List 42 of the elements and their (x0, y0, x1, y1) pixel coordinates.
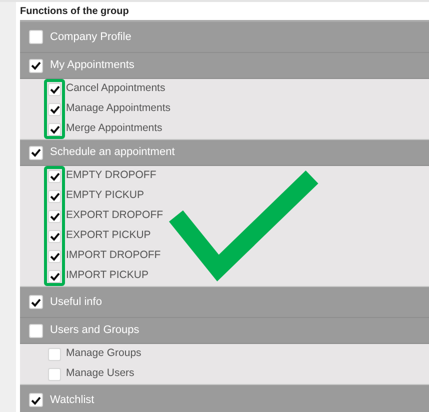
checkbox[interactable] (48, 102, 61, 116)
checkbox[interactable] (29, 146, 43, 160)
check-icon (50, 104, 60, 114)
function-item[interactable]: IMPORT PICKUP (20, 266, 148, 286)
function-item[interactable]: EXPORT PICKUP (20, 226, 151, 246)
check-icon (31, 148, 41, 157)
function-item[interactable]: EXPORT DROPOFF (20, 206, 164, 226)
checkbox[interactable] (48, 170, 61, 182)
checkbox[interactable] (48, 230, 61, 242)
check-icon (50, 212, 60, 220)
function-item[interactable]: Manage Users (20, 364, 134, 384)
checkbox[interactable] (29, 30, 43, 44)
check-icon (50, 272, 60, 280)
check-icon (31, 61, 41, 70)
section-title: Functions of the group (20, 5, 130, 19)
check-icon (50, 124, 60, 134)
checkbox[interactable] (48, 270, 61, 282)
checkbox[interactable] (29, 295, 43, 309)
checkbox[interactable] (48, 82, 61, 96)
function-item[interactable]: Merge Appointments (20, 119, 162, 139)
check-icon (31, 298, 41, 306)
function-item[interactable]: Manage Groups (20, 344, 142, 364)
function-item[interactable]: EMPTY DROPOFF (20, 166, 156, 186)
checkbox[interactable] (48, 190, 61, 202)
function-item[interactable]: IMPORT DROPOFF (20, 246, 161, 266)
checkbox[interactable] (48, 250, 61, 262)
check-icon (50, 84, 60, 94)
check-icon (50, 192, 60, 200)
checkbox[interactable] (29, 324, 43, 338)
check-icon (50, 232, 60, 240)
function-item[interactable]: Cancel Appointments (20, 79, 166, 99)
checkbox[interactable] (48, 122, 61, 136)
checkbox[interactable] (48, 368, 61, 380)
check-icon (50, 172, 60, 180)
checkbox[interactable] (48, 210, 61, 222)
check-icon (31, 396, 41, 404)
checkbox[interactable] (29, 393, 43, 407)
checkbox[interactable] (48, 348, 61, 360)
function-item[interactable]: EMPTY PICKUP (20, 186, 144, 206)
check-icon (50, 252, 60, 260)
function-item[interactable]: Manage Appointments (20, 99, 170, 119)
checkbox[interactable] (29, 58, 43, 72)
